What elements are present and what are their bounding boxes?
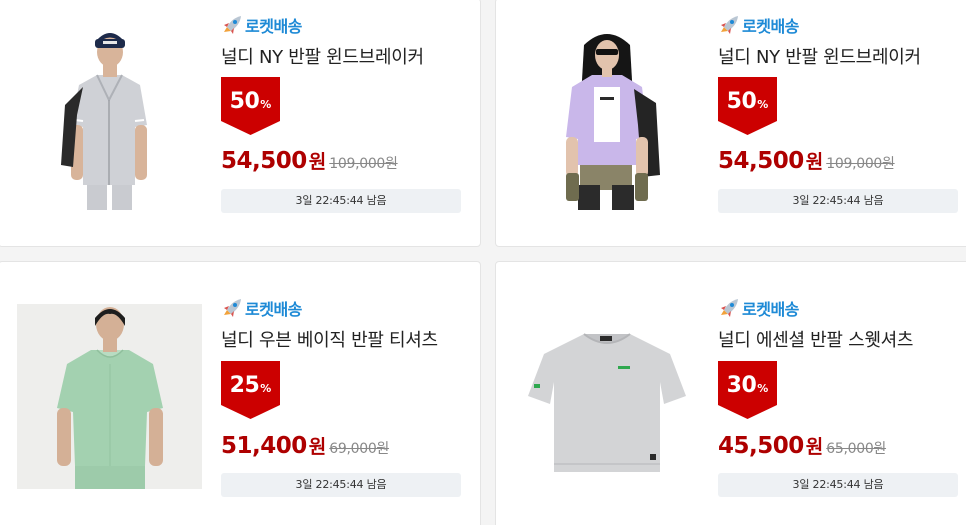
model-gray-windbreaker-icon [17,25,202,210]
rocket-icon [721,299,738,317]
product-card[interactable]: 로켓배송 널디 NY 반팔 윈드브레이커 50% 54,500 원 109,00… [0,0,481,247]
discount-percent: % [260,382,272,395]
countdown-timer: 3일 22:45:44 남음 [718,473,958,497]
original-price: 109,000원 [826,156,895,172]
discount-badge: 50% [221,77,280,135]
delivery-label: 로켓배송 [245,17,302,36]
countdown-timer: 3일 22:45:44 남음 [221,189,461,213]
model-lavender-windbreaker-icon [514,25,699,210]
discount-badge: 50% [718,77,777,135]
sale-price: 54,500 [221,148,307,174]
original-price: 69,000원 [329,441,390,457]
discount-number: 50 [726,89,757,114]
currency-label: 원 [308,151,327,173]
sale-price: 45,500 [718,433,804,459]
product-card[interactable]: 로켓배송 널디 NY 반팔 윈드브레이커 50% 54,500 원 109,00… [495,0,966,247]
discount-number: 25 [229,373,260,398]
product-card[interactable]: 로켓배송 널디 우븐 베이직 반팔 티셔츠 25% 51,400 원 69,00… [0,261,481,525]
product-name[interactable]: 널디 NY 반팔 윈드브레이커 [221,43,424,69]
product-name[interactable]: 널디 우븐 베이직 반팔 티셔츠 [221,326,438,352]
discount-number: 30 [726,373,757,398]
original-price: 109,000원 [329,156,398,172]
currency-label: 원 [805,151,824,173]
currency-label: 원 [308,436,327,458]
rocket-delivery-badge: 로켓배송 [718,296,799,320]
currency-label: 원 [805,436,824,458]
countdown-timer: 3일 22:45:44 남음 [718,189,958,213]
original-price: 65,000원 [826,441,887,457]
discount-number: 50 [229,89,260,114]
rocket-delivery-badge: 로켓배송 [221,296,302,320]
rocket-delivery-badge: 로켓배송 [221,13,302,37]
price-row: 45,500 원 65,000원 [718,432,886,459]
delivery-label: 로켓배송 [245,300,302,319]
rocket-delivery-badge: 로켓배송 [718,13,799,37]
model-mint-tshirt-icon [17,304,202,489]
rocket-icon [224,16,241,34]
price-row: 54,500 원 109,000원 [718,147,895,174]
product-name[interactable]: 널디 NY 반팔 윈드브레이커 [718,43,921,69]
price-row: 54,500 원 109,000원 [221,147,398,174]
discount-text: 50% [718,89,777,114]
product-card[interactable]: 로켓배송 널디 에센셜 반팔 스웻셔츠 30% 45,500 원 65,000원… [495,261,966,525]
product-image[interactable] [514,304,699,489]
product-image[interactable] [514,25,699,210]
product-image[interactable] [17,25,202,210]
discount-percent: % [757,98,769,111]
discount-text: 30% [718,373,777,398]
discount-text: 50% [221,89,280,114]
product-name[interactable]: 널디 에센셜 반팔 스웻셔츠 [718,326,913,352]
discount-percent: % [260,98,272,111]
discount-badge: 25% [221,361,280,419]
rocket-icon [224,299,241,317]
delivery-label: 로켓배송 [742,17,799,36]
countdown-timer: 3일 22:45:44 남음 [221,473,461,497]
price-row: 51,400 원 69,000원 [221,432,389,459]
sale-price: 54,500 [718,148,804,174]
delivery-label: 로켓배송 [742,300,799,319]
gray-sweatshirt-product-icon [514,304,699,489]
discount-percent: % [757,382,769,395]
discount-text: 25% [221,373,280,398]
sale-price: 51,400 [221,433,307,459]
discount-badge: 30% [718,361,777,419]
rocket-icon [721,16,738,34]
product-image[interactable] [17,304,202,489]
